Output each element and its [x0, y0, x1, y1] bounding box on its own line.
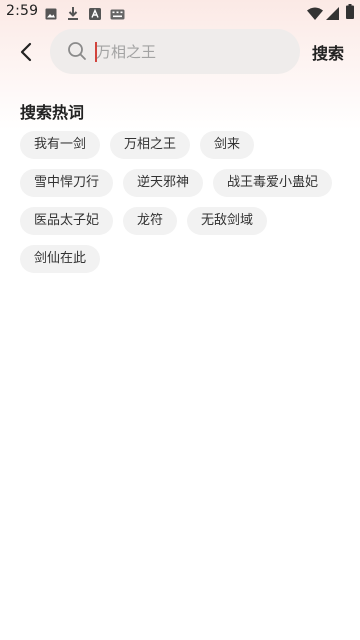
hot-word-tag[interactable]: 剑来: [200, 131, 255, 159]
search-icon: [67, 41, 87, 65]
hot-word-tag[interactable]: 战王毒爱小蛊妃: [213, 169, 333, 197]
hot-word-tag[interactable]: 万相之王: [110, 131, 191, 159]
search-button[interactable]: 搜索: [312, 40, 344, 64]
wifi-icon: [307, 5, 323, 24]
hot-word-tag[interactable]: 逆天邪神: [123, 169, 204, 197]
back-arrow-icon: [20, 42, 32, 62]
hot-word-tag[interactable]: 无敌剑域: [187, 207, 268, 235]
cellular-icon: [326, 5, 339, 24]
hot-words-title: 搜索热词: [20, 103, 85, 122]
search-header: 搜索: [0, 28, 360, 76]
search-box[interactable]: [50, 29, 300, 74]
hot-word-tag[interactable]: 龙符: [123, 207, 178, 235]
text-cursor: [95, 42, 97, 62]
search-input[interactable]: [94, 40, 291, 64]
image-icon: [45, 5, 57, 24]
download-icon: [67, 5, 79, 24]
back-button[interactable]: [8, 34, 44, 70]
hot-word-tag[interactable]: 雪中悍刀行: [20, 169, 114, 197]
status-time: 2:59: [6, 3, 39, 19]
keyboard-icon: [110, 5, 125, 24]
hot-word-tag[interactable]: 剑仙在此: [20, 245, 101, 273]
battery-icon: [346, 4, 354, 23]
hot-word-tag[interactable]: 我有一剑: [20, 131, 101, 159]
hot-word-tag[interactable]: 医品太子妃: [20, 207, 114, 235]
status-bar: 2:59: [0, 0, 360, 24]
app-icon: [89, 5, 101, 24]
